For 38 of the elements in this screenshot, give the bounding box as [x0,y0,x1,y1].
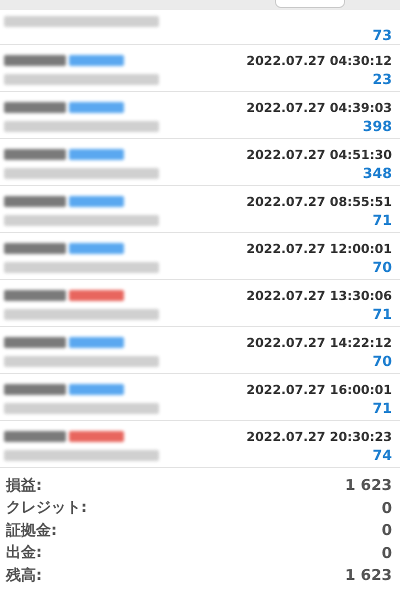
deal-time: 2022.07.27 14:22:12 [246,335,392,350]
summary-label: 出金: [6,543,42,562]
profit-value: 398 [362,118,392,134]
deal-time: 2022.07.27 08:55:51 [246,194,392,209]
deal-time: 2022.07.27 16:00:01 [246,382,392,397]
profit-value: 73 [372,28,392,44]
deal-time: 2022.07.27 04:30:12 [246,53,392,68]
blurred-text [4,243,66,254]
summary-value: 1 623 [345,566,392,584]
deal-time: 2022.07.27 20:30:23 [246,429,392,444]
deal-time: 2022.07.27 04:39:03 [246,100,392,115]
profit-value: 71 [372,212,392,228]
deal-time: 2022.07.27 13:30:06 [246,288,392,303]
deal-time: 2022.07.27 04:51:30 [246,147,392,162]
summary-value: 0 [382,521,392,540]
profit-value: 74 [372,448,392,464]
summary-value: 1 623 [345,476,392,494]
profit-value: 23 [372,72,392,88]
blurred-text [4,196,66,207]
summary-value: 0 [382,544,392,562]
summary-label: クレジット: [6,498,87,518]
blurred-text [4,431,66,442]
blurred-text [4,384,66,395]
summary-label: 残高: [6,566,42,585]
blurred-text [4,149,66,160]
blurred-text [4,337,66,348]
summary-value: 0 [382,498,392,517]
profit-value: 70 [372,260,392,276]
profit-value: 71 [372,400,392,416]
blurred-text [4,55,66,66]
blurred-text [4,290,66,301]
blurred-text [4,102,66,113]
summary-label: 損益: [6,476,42,495]
profit-value: 71 [372,306,392,322]
summary-label: 証拠金: [6,520,57,540]
deal-time: 2022.07.27 12:00:01 [246,241,392,256]
profit-value: 70 [372,354,392,370]
profit-value: 348 [362,166,392,182]
